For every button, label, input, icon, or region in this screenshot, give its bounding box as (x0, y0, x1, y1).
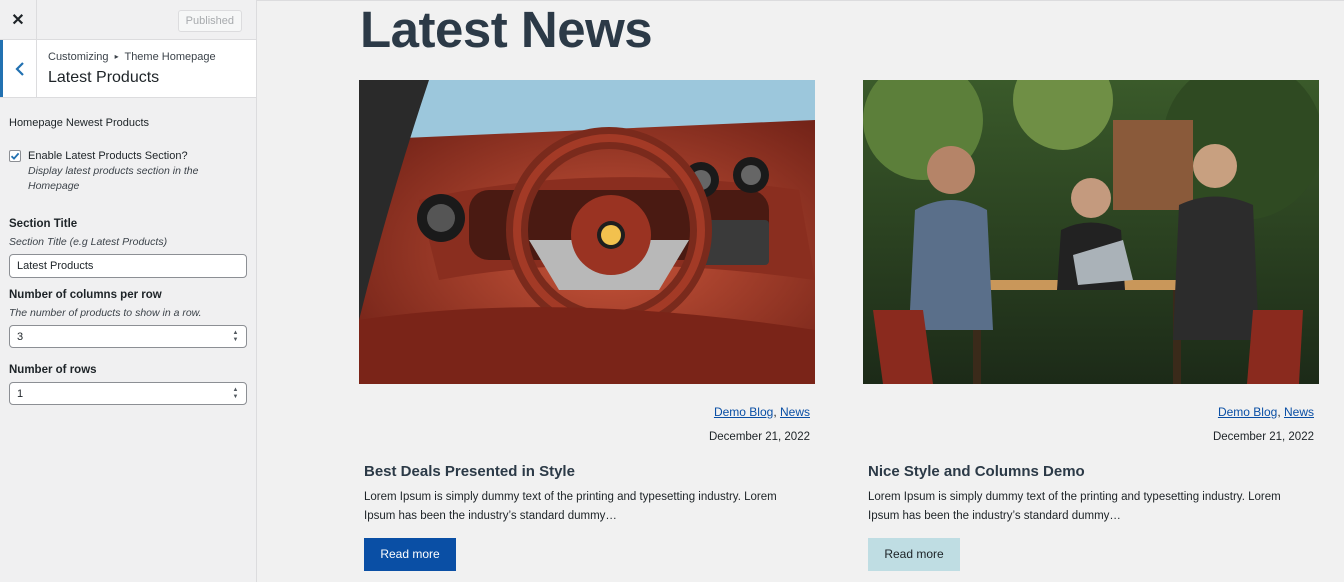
columns-description: The number of products to show in a row. (9, 307, 202, 319)
read-more-button[interactable]: Read more (868, 538, 960, 571)
post-excerpt: Lorem Ipsum is simply dummy text of the … (364, 491, 777, 522)
enable-latest-products-control: Enable Latest Products Section? Display … (9, 149, 247, 194)
stepper-up-icon[interactable]: ▲ (233, 387, 239, 393)
published-button[interactable]: Published (177, 10, 242, 32)
group-title: Homepage Newest Products (9, 117, 150, 129)
breadcrumb-parent: Customizing (48, 51, 109, 63)
breadcrumb-section: Theme Homepage (124, 51, 216, 63)
section-title-input[interactable] (9, 254, 247, 278)
columns-stepper[interactable]: ▲ ▼ (231, 330, 240, 343)
rows-stepper[interactable]: ▲ ▼ (231, 387, 240, 400)
post-card: Demo Blog, News December 21, 2022 Nice S… (863, 80, 1319, 571)
read-more-button[interactable]: Read more (364, 538, 456, 571)
post-image-car-interior[interactable] (359, 80, 815, 384)
rows-input[interactable] (9, 382, 247, 405)
post-date: December 21, 2022 (1212, 431, 1314, 443)
post-title[interactable]: Nice Style and Columns Demo (863, 463, 1319, 480)
category-link-demo-blog[interactable]: Demo Blog (1218, 405, 1277, 419)
post-categories: Demo Blog, News (713, 405, 810, 419)
customizer-sidebar: ✕ Published Customizing ▸ Theme Homepage… (0, 0, 257, 582)
post-date: December 21, 2022 (708, 431, 810, 443)
columns-label: Number of columns per row (9, 289, 162, 301)
post-excerpt: Lorem Ipsum is simply dummy text of the … (868, 491, 1281, 522)
stepper-down-icon[interactable]: ▼ (233, 337, 239, 343)
columns-input[interactable] (9, 325, 247, 348)
rows-field: ▲ ▼ (9, 382, 247, 405)
stepper-up-icon[interactable]: ▲ (233, 330, 239, 336)
back-button[interactable] (0, 40, 37, 97)
stepper-down-icon[interactable]: ▼ (233, 394, 239, 400)
breadcrumb: Customizing ▸ Theme Homepage (48, 51, 216, 63)
columns-field: ▲ ▼ (9, 325, 247, 348)
chevron-left-icon (14, 61, 24, 76)
site-preview: Latest News Demo Blog, News December 21,… (257, 0, 1344, 582)
enable-description: Display latest products section in the H… (28, 165, 199, 192)
post-image-people-cafe[interactable] (863, 80, 1319, 384)
rows-label: Number of rows (9, 364, 97, 376)
category-link-news[interactable]: News (1284, 405, 1314, 419)
post-card: Demo Blog, News December 21, 2022 Best D… (359, 80, 815, 571)
post-categories: Demo Blog, News (1217, 405, 1314, 419)
post-title[interactable]: Best Deals Presented in Style (359, 463, 815, 480)
section-title: Latest Products (48, 69, 160, 86)
breadcrumb-separator: ▸ (114, 52, 119, 61)
customizer-header: ✕ Published (0, 0, 256, 40)
category-link-demo-blog[interactable]: Demo Blog (714, 405, 773, 419)
checkmark-icon (10, 152, 20, 160)
controls-panel: Homepage Newest Products Enable Latest P… (9, 117, 247, 421)
category-link-news[interactable]: News (780, 405, 810, 419)
section-title-description: Section Title (e.g Latest Products) (9, 236, 168, 248)
section-header: Customizing ▸ Theme Homepage Latest Prod… (0, 40, 256, 98)
section-title-label: Section Title (9, 218, 78, 230)
enable-label: Enable Latest Products Section? (28, 150, 188, 162)
enable-latest-products-checkbox[interactable] (9, 150, 21, 162)
close-icon[interactable]: ✕ (0, 0, 37, 40)
page-title: Latest News (360, 1, 653, 58)
